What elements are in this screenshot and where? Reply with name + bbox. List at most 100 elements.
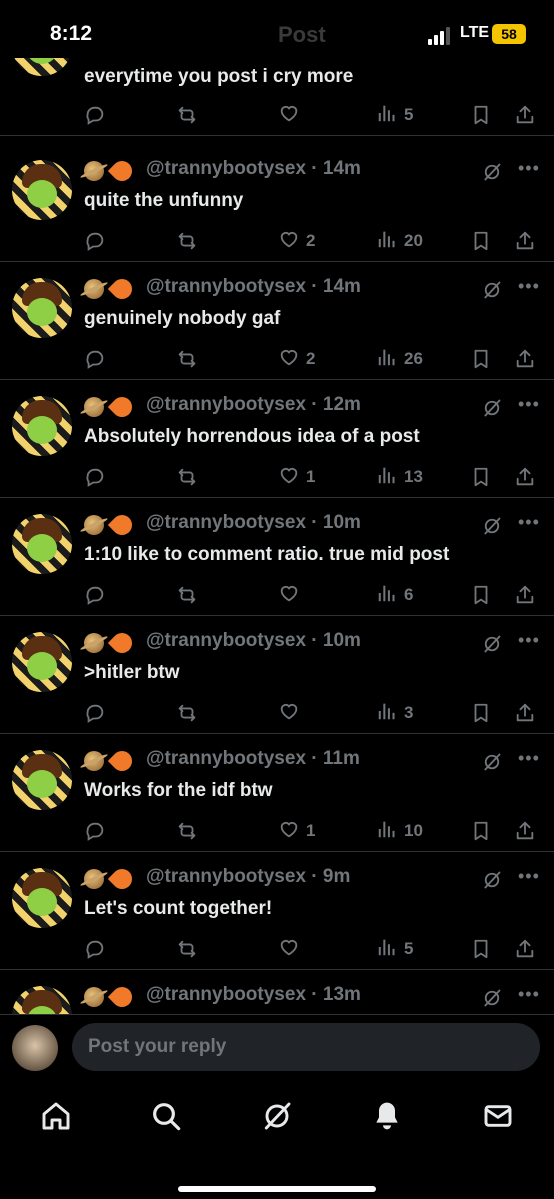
grok-icon[interactable] <box>482 752 502 772</box>
reply-handle[interactable]: @trannybootysex <box>146 158 306 179</box>
views-button[interactable]: 20 <box>376 228 423 254</box>
reply-row[interactable]: @trannybootysex · 13m ••• <box>0 970 554 1014</box>
grok-icon[interactable] <box>482 398 502 418</box>
share-icon[interactable] <box>514 818 536 844</box>
avatar[interactable] <box>12 514 72 574</box>
share-icon[interactable] <box>514 346 536 372</box>
avatar[interactable] <box>12 750 72 810</box>
like-button[interactable]: 1 <box>278 464 315 490</box>
views-button[interactable]: 5 <box>376 102 413 128</box>
like-button[interactable]: 2 <box>278 346 315 372</box>
like-button[interactable] <box>278 582 306 608</box>
views-button[interactable]: 6 <box>376 582 413 608</box>
reply-row[interactable]: @trannybootysex · 14m ••• genuinely nobo… <box>0 262 554 380</box>
bookmark-icon[interactable] <box>470 700 492 726</box>
like-button[interactable] <box>278 700 306 726</box>
avatar[interactable] <box>12 986 72 1014</box>
avatar[interactable] <box>12 868 72 928</box>
reply-handle[interactable]: @trannybootysex <box>146 512 306 533</box>
reply-handle[interactable]: @trannybootysex <box>146 276 306 297</box>
avatar[interactable] <box>12 160 72 220</box>
avatar[interactable] <box>12 396 72 456</box>
share-icon[interactable] <box>514 936 536 962</box>
reply-meta[interactable]: @trannybootysex · 10m <box>146 512 361 534</box>
reply-row[interactable]: @trannybootysex · 10m ••• 1:10 like to c… <box>0 498 554 616</box>
reply-row[interactable]: · ••• everytime you post i cry more 5 <box>0 58 554 136</box>
more-icon[interactable]: ••• <box>518 394 540 415</box>
reply-meta[interactable]: @trannybootysex · 13m <box>146 984 361 1006</box>
comment-icon[interactable] <box>84 818 106 844</box>
repost-icon[interactable] <box>176 102 198 128</box>
grok-icon[interactable] <box>482 988 502 1008</box>
reply-row[interactable]: @trannybootysex · 10m ••• >hitler btw 3 <box>0 616 554 734</box>
bookmark-icon[interactable] <box>470 464 492 490</box>
grok-icon[interactable] <box>482 870 502 890</box>
reply-input[interactable] <box>72 1023 540 1071</box>
comment-icon[interactable] <box>84 700 106 726</box>
reply-row[interactable]: @trannybootysex · 11m ••• Works for the … <box>0 734 554 852</box>
grok-icon[interactable] <box>261 1100 293 1132</box>
share-icon[interactable] <box>514 700 536 726</box>
bookmark-icon[interactable] <box>470 818 492 844</box>
comment-icon[interactable] <box>84 582 106 608</box>
comment-icon[interactable] <box>84 102 106 128</box>
like-button[interactable]: 1 <box>278 818 315 844</box>
bookmark-icon[interactable] <box>470 228 492 254</box>
notifications-icon[interactable] <box>371 1100 403 1132</box>
repost-icon[interactable] <box>176 818 198 844</box>
views-button[interactable]: 10 <box>376 818 423 844</box>
views-button[interactable]: 26 <box>376 346 423 372</box>
reply-row[interactable]: @trannybootysex · 9m ••• Let's count tog… <box>0 852 554 970</box>
more-icon[interactable]: ••• <box>518 630 540 651</box>
avatar[interactable] <box>12 58 72 76</box>
more-icon[interactable]: ••• <box>518 984 540 1005</box>
views-button[interactable]: 13 <box>376 464 423 490</box>
avatar[interactable] <box>12 278 72 338</box>
grok-icon[interactable] <box>482 162 502 182</box>
repost-icon[interactable] <box>176 936 198 962</box>
share-icon[interactable] <box>514 102 536 128</box>
share-icon[interactable] <box>514 228 536 254</box>
reply-meta[interactable]: @trannybootysex · 10m <box>146 630 361 652</box>
reply-meta[interactable]: @trannybootysex · 12m <box>146 394 361 416</box>
reply-handle[interactable]: @trannybootysex <box>146 394 306 415</box>
reply-meta[interactable]: @trannybootysex · 11m <box>146 748 360 770</box>
search-icon[interactable] <box>150 1100 182 1132</box>
reply-meta[interactable]: @trannybootysex · 14m <box>146 276 361 298</box>
reply-row[interactable]: @trannybootysex · 12m ••• Absolutely hor… <box>0 380 554 498</box>
reply-meta[interactable]: @trannybootysex · 9m <box>146 866 350 888</box>
share-icon[interactable] <box>514 464 536 490</box>
repost-icon[interactable] <box>176 700 198 726</box>
repost-icon[interactable] <box>176 228 198 254</box>
avatar[interactable] <box>12 632 72 692</box>
reply-row[interactable]: @trannybootysex · 14m ••• quite the unfu… <box>0 144 554 262</box>
reply-handle[interactable]: @trannybootysex <box>146 748 306 769</box>
more-icon[interactable]: ••• <box>518 512 540 533</box>
reply-handle[interactable]: @trannybootysex <box>146 866 306 887</box>
repost-icon[interactable] <box>176 582 198 608</box>
reply-meta[interactable]: @trannybootysex · 14m <box>146 158 361 180</box>
comment-icon[interactable] <box>84 228 106 254</box>
home-indicator[interactable] <box>178 1186 376 1192</box>
bookmark-icon[interactable] <box>470 936 492 962</box>
grok-icon[interactable] <box>482 634 502 654</box>
my-avatar[interactable] <box>12 1025 58 1071</box>
messages-icon[interactable] <box>482 1100 514 1132</box>
bookmark-icon[interactable] <box>470 346 492 372</box>
bookmark-icon[interactable] <box>470 102 492 128</box>
reply-handle[interactable]: @trannybootysex <box>146 630 306 651</box>
more-icon[interactable]: ••• <box>518 866 540 887</box>
comment-icon[interactable] <box>84 936 106 962</box>
reply-handle[interactable]: @trannybootysex <box>146 984 306 1005</box>
more-icon[interactable]: ••• <box>518 276 540 297</box>
repost-icon[interactable] <box>176 346 198 372</box>
like-button[interactable] <box>278 102 306 128</box>
home-icon[interactable] <box>40 1100 72 1132</box>
share-icon[interactable] <box>514 582 536 608</box>
grok-icon[interactable] <box>482 280 502 300</box>
views-button[interactable]: 3 <box>376 700 413 726</box>
more-icon[interactable]: ••• <box>518 748 540 769</box>
views-button[interactable]: 5 <box>376 936 413 962</box>
more-icon[interactable]: ••• <box>518 158 540 179</box>
comment-icon[interactable] <box>84 346 106 372</box>
